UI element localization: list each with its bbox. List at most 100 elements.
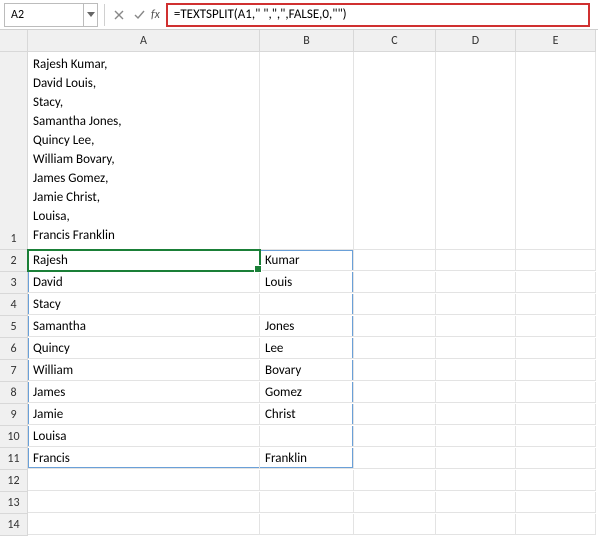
- col-header-a[interactable]: A: [28, 30, 260, 52]
- cell[interactable]: [516, 492, 596, 513]
- cell[interactable]: [354, 426, 436, 447]
- cell-b1[interactable]: [260, 52, 354, 250]
- cell[interactable]: Samantha: [28, 316, 260, 337]
- row-header[interactable]: 13: [0, 492, 28, 514]
- x-icon: [114, 10, 124, 20]
- cell[interactable]: Louisa: [28, 426, 260, 447]
- cell[interactable]: Franklin: [260, 448, 354, 469]
- cell[interactable]: Lee: [260, 338, 354, 359]
- row-header[interactable]: 5: [0, 316, 28, 338]
- cell[interactable]: [354, 316, 436, 337]
- cell[interactable]: [436, 316, 516, 337]
- cell[interactable]: James: [28, 382, 260, 403]
- cell[interactable]: David: [28, 272, 260, 293]
- cancel-button[interactable]: [109, 4, 129, 26]
- cell[interactable]: [436, 470, 516, 491]
- cell[interactable]: Jamie: [28, 404, 260, 425]
- formula-text: =TEXTSPLIT(A1," ",",",FALSE,0,""): [174, 7, 347, 22]
- cell[interactable]: Bovary: [260, 360, 354, 381]
- select-all-corner[interactable]: [0, 30, 28, 52]
- cell[interactable]: [436, 382, 516, 403]
- cell[interactable]: Stacy: [28, 294, 260, 315]
- cell[interactable]: [28, 514, 260, 535]
- cell[interactable]: Jones: [260, 316, 354, 337]
- cell[interactable]: [354, 382, 436, 403]
- row-header[interactable]: 8: [0, 382, 28, 404]
- cell[interactable]: William: [28, 360, 260, 381]
- enter-button[interactable]: [129, 4, 149, 26]
- cell[interactable]: [436, 492, 516, 513]
- cell-a1[interactable]: Rajesh Kumar, David Louis, Stacy, Samant…: [28, 52, 260, 250]
- cell-c1[interactable]: [354, 52, 436, 250]
- col-header-c[interactable]: C: [354, 30, 436, 52]
- cell-b2[interactable]: Kumar: [260, 250, 354, 271]
- cell[interactable]: [354, 492, 436, 513]
- cell[interactable]: [260, 426, 354, 447]
- check-icon: [134, 10, 145, 20]
- cell[interactable]: [28, 470, 260, 491]
- col-header-d[interactable]: D: [436, 30, 516, 52]
- cell-e1[interactable]: [516, 52, 596, 250]
- cell[interactable]: [516, 316, 596, 337]
- cell[interactable]: Christ: [260, 404, 354, 425]
- cell[interactable]: [354, 360, 436, 381]
- cell[interactable]: Francis: [28, 448, 260, 469]
- cell[interactable]: [436, 272, 516, 293]
- cell[interactable]: [354, 448, 436, 469]
- cell[interactable]: [354, 470, 436, 491]
- cell[interactable]: [354, 272, 436, 293]
- cell[interactable]: Louis: [260, 272, 354, 293]
- col-header-e[interactable]: E: [516, 30, 596, 52]
- cell[interactable]: [260, 514, 354, 535]
- cell[interactable]: [354, 294, 436, 315]
- cell[interactable]: Quincy: [28, 338, 260, 359]
- row-header[interactable]: 9: [0, 404, 28, 426]
- cell[interactable]: [260, 492, 354, 513]
- row-header[interactable]: 12: [0, 470, 28, 492]
- cell[interactable]: [516, 470, 596, 491]
- cell[interactable]: [516, 338, 596, 359]
- cell[interactable]: [260, 294, 354, 315]
- cell[interactable]: Gomez: [260, 382, 354, 403]
- fx-label[interactable]: fx: [151, 8, 160, 22]
- cell[interactable]: [436, 294, 516, 315]
- cell[interactable]: [516, 514, 596, 535]
- row-header[interactable]: 3: [0, 272, 28, 294]
- cell[interactable]: [516, 250, 596, 271]
- formula-bar: A2 fx =TEXTSPLIT(A1," ",",",FALSE,0,""): [0, 0, 598, 30]
- cell[interactable]: [260, 470, 354, 491]
- cell[interactable]: [516, 294, 596, 315]
- cell[interactable]: [354, 514, 436, 535]
- formula-input[interactable]: =TEXTSPLIT(A1," ",",",FALSE,0,""): [166, 3, 590, 27]
- row-header[interactable]: 10: [0, 426, 28, 448]
- cell[interactable]: [436, 426, 516, 447]
- row-header[interactable]: 14: [0, 514, 28, 536]
- cell[interactable]: [354, 250, 436, 271]
- cell[interactable]: [516, 426, 596, 447]
- cell[interactable]: [516, 360, 596, 381]
- row-header[interactable]: 11: [0, 448, 28, 470]
- cell[interactable]: [436, 404, 516, 425]
- cell[interactable]: [354, 404, 436, 425]
- cell[interactable]: [436, 250, 516, 271]
- cell[interactable]: [28, 492, 260, 513]
- name-box-dropdown[interactable]: [84, 3, 98, 27]
- cell-a2[interactable]: Rajesh: [28, 250, 260, 271]
- cell-d1[interactable]: [436, 52, 516, 250]
- cell[interactable]: [516, 382, 596, 403]
- row-header[interactable]: 4: [0, 294, 28, 316]
- cell[interactable]: [516, 272, 596, 293]
- row-header[interactable]: 1: [0, 52, 28, 250]
- cell[interactable]: [436, 360, 516, 381]
- cell[interactable]: [436, 448, 516, 469]
- row-header[interactable]: 2: [0, 250, 28, 272]
- cell[interactable]: [516, 448, 596, 469]
- row-header[interactable]: 6: [0, 338, 28, 360]
- name-box[interactable]: A2: [4, 3, 84, 27]
- cell[interactable]: [436, 514, 516, 535]
- row-header[interactable]: 7: [0, 360, 28, 382]
- cell[interactable]: [436, 338, 516, 359]
- cell[interactable]: [354, 338, 436, 359]
- cell[interactable]: [516, 404, 596, 425]
- col-header-b[interactable]: B: [260, 30, 354, 52]
